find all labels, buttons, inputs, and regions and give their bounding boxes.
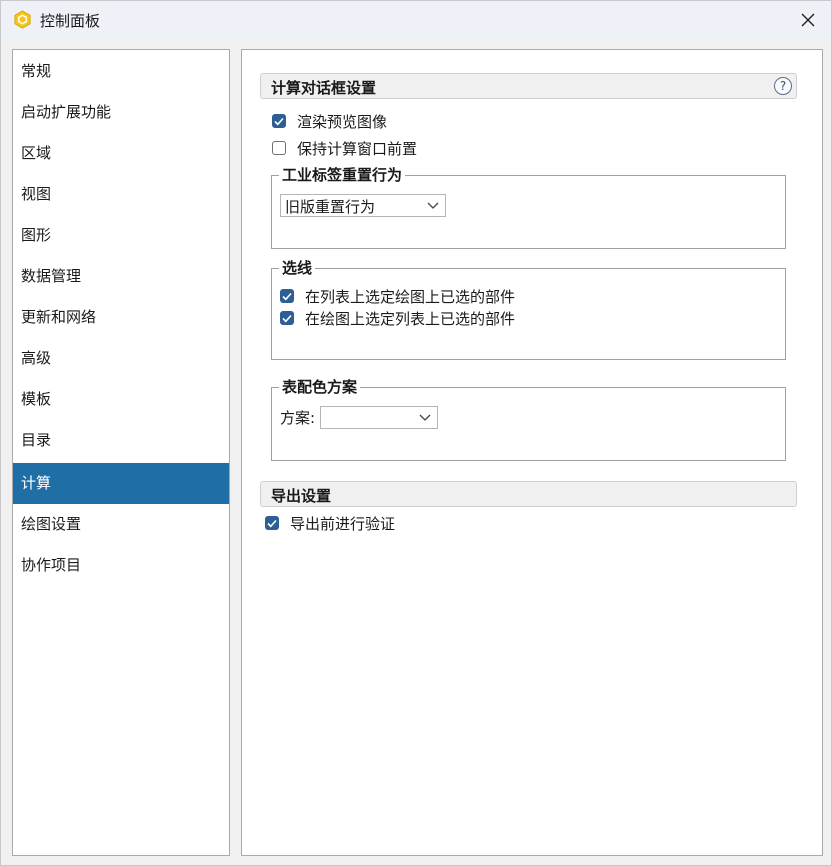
sidebar-item-general[interactable]: 常规	[13, 51, 229, 92]
scheme-dropdown[interactable]	[320, 406, 438, 429]
scheme-label: 方案:	[280, 409, 316, 427]
sidebar-item-catalog[interactable]: 目录	[13, 420, 229, 461]
list-to-drawing-checkbox[interactable]	[280, 289, 294, 303]
industry-label-reset-title: 工业标签重置行为	[279, 165, 406, 185]
validate-before-export-label: 导出前进行验证	[290, 514, 396, 533]
control-panel-window: 控制面板 常规 启动扩展功能 区域 视图 图形 数据管理 更新和网络 高级 模板…	[0, 0, 832, 866]
sidebar-item-templates[interactable]: 模板	[13, 379, 229, 420]
sidebar-item-graphics[interactable]: 图形	[13, 215, 229, 256]
line-selection-title: 选线	[279, 258, 316, 278]
list-to-drawing-label: 在列表上选定绘图上已选的部件	[305, 287, 516, 306]
app-hexagon-icon	[14, 10, 31, 29]
checkmark-icon	[282, 314, 292, 322]
drawing-to-list-checkbox[interactable]	[280, 311, 294, 325]
chevron-down-icon	[427, 202, 439, 209]
close-button[interactable]	[785, 1, 831, 39]
drawing-to-list-label: 在绘图上选定列表上已选的部件	[305, 309, 516, 328]
close-icon	[801, 13, 815, 27]
keep-front-checkbox[interactable]	[272, 141, 286, 155]
sidebar-item-extensions[interactable]: 启动扩展功能	[13, 92, 229, 133]
sidebar-item-drawing-settings[interactable]: 绘图设置	[13, 504, 229, 545]
sidebar-item-advanced[interactable]: 高级	[13, 338, 229, 379]
industry-label-reset-group: 工业标签重置行为 旧版重置行为	[271, 165, 786, 249]
title-bar[interactable]: 控制面板	[1, 1, 831, 39]
validate-before-export-option[interactable]: 导出前进行验证	[265, 513, 395, 533]
validate-before-export-checkbox[interactable]	[265, 516, 279, 530]
list-to-drawing-option[interactable]: 在列表上选定绘图上已选的部件	[280, 286, 515, 306]
checkmark-icon	[267, 519, 277, 527]
sidebar-item-updates-network[interactable]: 更新和网络	[13, 297, 229, 338]
sidebar-item-collaboration[interactable]: 协作项目	[13, 545, 229, 586]
render-preview-option[interactable]: 渲染预览图像	[272, 111, 387, 131]
reset-behavior-dropdown[interactable]: 旧版重置行为	[280, 194, 446, 217]
export-settings-section-header: 导出设置	[260, 481, 797, 507]
keep-front-label: 保持计算窗口前置	[297, 139, 418, 158]
sidebar-item-view[interactable]: 视图	[13, 174, 229, 215]
export-settings-section-title: 导出设置	[271, 487, 332, 505]
settings-panel: 计算对话框设置 ? 渲染预览图像 保持计算窗口前置 工业标签重置行为 旧版重置行…	[241, 49, 823, 856]
drawing-to-list-option[interactable]: 在绘图上选定列表上已选的部件	[280, 308, 515, 328]
chevron-down-icon	[419, 414, 431, 421]
window-title: 控制面板	[40, 12, 101, 30]
checkmark-icon	[274, 117, 284, 125]
line-selection-group: 选线 在列表上选定绘图上已选的部件 在绘图上选定列表上已选的部件	[271, 258, 786, 360]
help-icon[interactable]: ?	[774, 77, 792, 95]
render-preview-label: 渲染预览图像	[297, 112, 388, 131]
reset-behavior-value: 旧版重置行为	[285, 198, 376, 216]
category-list[interactable]: 常规 启动扩展功能 区域 视图 图形 数据管理 更新和网络 高级 模板 目录 计…	[12, 49, 230, 856]
checkmark-icon	[282, 292, 292, 300]
sidebar-item-data-management[interactable]: 数据管理	[13, 256, 229, 297]
sidebar-item-calculation[interactable]: 计算	[13, 463, 229, 504]
table-color-scheme-group: 表配色方案 方案:	[271, 377, 786, 461]
keep-front-option[interactable]: 保持计算窗口前置	[272, 138, 417, 158]
table-color-scheme-title: 表配色方案	[279, 377, 361, 397]
calc-dialog-section-title: 计算对话框设置	[271, 79, 377, 97]
sidebar-item-region[interactable]: 区域	[13, 133, 229, 174]
render-preview-checkbox[interactable]	[272, 114, 286, 128]
calc-dialog-section-header: 计算对话框设置 ?	[260, 73, 797, 99]
